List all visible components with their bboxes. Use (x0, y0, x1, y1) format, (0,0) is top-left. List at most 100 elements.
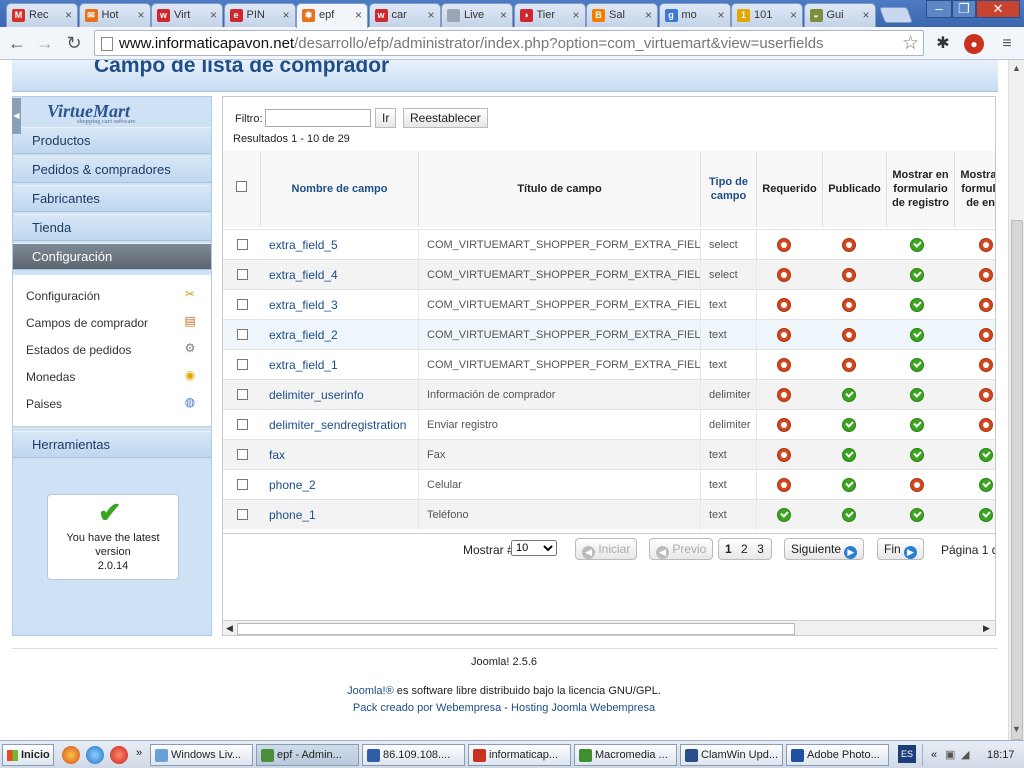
tab-6[interactable]: Live × (441, 3, 513, 27)
menu-pedidos[interactable]: Pedidos & compradores (13, 156, 211, 183)
scroll-left-icon[interactable]: ◀ (226, 623, 233, 634)
field-name-link[interactable]: extra_field_4 (261, 260, 419, 290)
back-button[interactable]: ← (6, 32, 28, 54)
tab-0[interactable]: M Rec × (6, 3, 78, 27)
published-cross-icon[interactable] (842, 238, 856, 252)
submenu-item-4[interactable]: Paises ◍ (26, 395, 198, 411)
scroll-right-icon[interactable]: ▶ (983, 623, 990, 634)
row-checkbox[interactable] (237, 239, 248, 250)
published-cross-icon[interactable] (842, 328, 856, 342)
registration-cross-icon[interactable] (910, 478, 924, 492)
minimize-button[interactable]: – (926, 0, 952, 18)
maximize-button[interactable]: ❐ (952, 0, 976, 18)
registration-check-icon[interactable] (910, 388, 924, 402)
header-type[interactable]: Tipo de campo (701, 151, 757, 227)
registration-check-icon[interactable] (910, 238, 924, 252)
shipto-cross-icon[interactable] (979, 328, 993, 342)
row-checkbox[interactable] (237, 359, 248, 370)
published-check-icon[interactable] (842, 478, 856, 492)
row-checkbox[interactable] (237, 329, 248, 340)
bookmark-star-icon[interactable]: ☆ (902, 32, 919, 55)
field-name-link[interactable]: extra_field_3 (261, 290, 419, 320)
end-button[interactable]: Fin ▶ (877, 538, 925, 560)
tab-1[interactable]: ✉ Hot × (78, 3, 151, 27)
published-cross-icon[interactable] (842, 268, 856, 282)
tab-5[interactable]: w car × (368, 3, 441, 27)
tab-8[interactable]: B Sal × (586, 3, 658, 27)
page-2[interactable]: 2 (741, 542, 748, 556)
volume-icon[interactable]: ◢ (961, 748, 969, 761)
field-name-link[interactable]: fax (261, 440, 419, 470)
tab-7[interactable]: ◑ Tier × (513, 3, 586, 27)
table-row[interactable]: extra_field_1 COM_VIRTUEMART_SHOPPER_FORM… (223, 349, 995, 380)
tab-close-icon[interactable]: × (500, 8, 507, 22)
filter-input[interactable] (265, 109, 371, 127)
chrome-quicklaunch-icon[interactable] (62, 746, 80, 764)
field-name-link[interactable]: extra_field_1 (261, 350, 419, 380)
tab-close-icon[interactable]: × (137, 8, 144, 22)
ie-quicklaunch-icon[interactable] (86, 746, 104, 764)
table-row[interactable]: delimiter_sendregistration Enviar registr… (223, 409, 995, 440)
required-cross-icon[interactable] (777, 298, 791, 312)
table-row[interactable]: extra_field_2 COM_VIRTUEMART_SHOPPER_FORM… (223, 319, 995, 350)
menu-productos[interactable]: Productos (13, 127, 211, 154)
registration-check-icon[interactable] (910, 268, 924, 282)
shipto-cross-icon[interactable] (979, 388, 993, 402)
row-checkbox[interactable] (237, 299, 248, 310)
hscroll-thumb[interactable] (237, 623, 795, 635)
tab-2[interactable]: w Virt × (151, 3, 223, 27)
shipto-cross-icon[interactable] (979, 268, 993, 282)
taskbar-item-5[interactable]: ClamWin Upd... (680, 744, 783, 766)
row-checkbox[interactable] (237, 479, 248, 490)
next-button[interactable]: Siguiente ▶ (784, 538, 865, 560)
registration-check-icon[interactable] (910, 328, 924, 342)
menu-herramientas[interactable]: Herramientas (13, 431, 211, 458)
tab-9[interactable]: g mo × (658, 3, 731, 27)
chrome-menu-icon[interactable]: ≡ (996, 33, 1018, 55)
shipto-check-icon[interactable] (979, 448, 993, 462)
table-row[interactable]: extra_field_3 COM_VIRTUEMART_SHOPPER_FORM… (223, 289, 995, 320)
virtuemart-logo[interactable]: VirtueMart shopping cart software (47, 101, 136, 125)
menu-fabricantes[interactable]: Fabricantes (13, 185, 211, 212)
vscroll-thumb[interactable] (1011, 220, 1023, 740)
field-name-link[interactable]: delimiter_userinfo (261, 380, 419, 410)
tab-close-icon[interactable]: × (210, 8, 217, 22)
flash-quicklaunch-icon[interactable] (110, 746, 128, 764)
registration-check-icon[interactable] (910, 418, 924, 432)
published-check-icon[interactable] (842, 448, 856, 462)
published-cross-icon[interactable] (842, 298, 856, 312)
page-3[interactable]: 3 (757, 542, 764, 556)
vertical-scrollbar[interactable]: ▲ ▼ (1008, 60, 1024, 740)
address-bar[interactable]: www.informaticapavon.net/desarrollo/efp/… (94, 30, 924, 56)
tab-10[interactable]: 1 101 × (731, 3, 803, 27)
tab-close-icon[interactable]: × (862, 8, 869, 22)
required-cross-icon[interactable] (777, 418, 791, 432)
select-all-checkbox[interactable] (236, 181, 247, 192)
adblock-icon[interactable]: ● (964, 34, 984, 54)
extension-bug-icon[interactable]: ✱ (932, 33, 954, 55)
tab-close-icon[interactable]: × (645, 8, 652, 22)
menu-configuracion[interactable]: Configuración (13, 243, 211, 270)
published-cross-icon[interactable] (842, 358, 856, 372)
reload-button[interactable]: ↻ (63, 32, 85, 54)
row-checkbox[interactable] (237, 419, 248, 430)
required-cross-icon[interactable] (777, 238, 791, 252)
row-checkbox[interactable] (237, 449, 248, 460)
limit-select[interactable]: 10 (511, 540, 557, 556)
field-name-link[interactable]: extra_field_2 (261, 320, 419, 350)
joomla-link[interactable]: Joomla!® (347, 685, 394, 697)
published-check-icon[interactable] (842, 418, 856, 432)
tab-close-icon[interactable]: × (282, 8, 289, 22)
new-tab-button[interactable] (879, 7, 913, 23)
tray-expand-icon[interactable]: « (931, 749, 937, 761)
submenu-item-0[interactable]: Configuración ✂ (26, 287, 198, 303)
page-1[interactable]: 1 (725, 542, 732, 556)
table-row[interactable]: extra_field_5 COM_VIRTUEMART_SHOPPER_FORM… (223, 229, 995, 260)
required-check-icon[interactable] (777, 508, 791, 522)
taskbar-item-0[interactable]: Windows Liv... (150, 744, 253, 766)
filter-go-button[interactable]: Ir (375, 108, 397, 128)
taskbar-item-6[interactable]: Adobe Photo... (786, 744, 889, 766)
tab-close-icon[interactable]: × (65, 8, 72, 22)
tab-11[interactable]: ◒ Gui × (803, 3, 876, 27)
header-name[interactable]: Nombre de campo (261, 151, 419, 227)
